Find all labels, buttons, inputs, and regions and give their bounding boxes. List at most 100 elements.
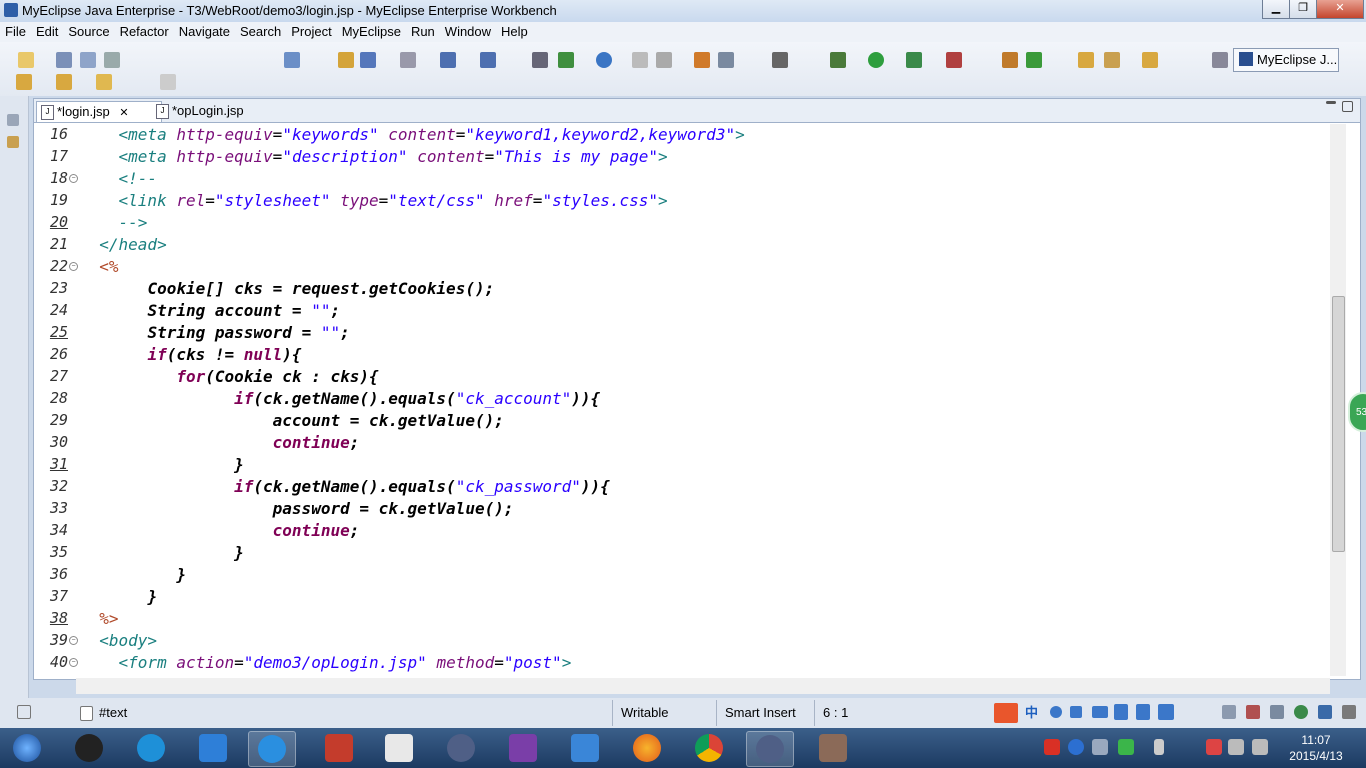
taskbar-visual-studio[interactable] [500,731,546,765]
outline-view-icon[interactable] [1246,705,1260,719]
menu-project[interactable]: Project [286,23,336,40]
new-file-icon[interactable] [18,52,34,68]
servers-view-icon[interactable] [1294,705,1308,719]
code-line[interactable]: if(ck.getName().equals("ck_account")){ [80,389,1320,408]
minimize-editor-icon[interactable] [1326,101,1336,104]
camera-icon[interactable] [772,52,788,68]
ant-icon[interactable] [532,52,548,68]
forward-nav-icon[interactable] [656,52,672,68]
save-icon[interactable] [56,52,72,68]
menu-run[interactable]: Run [406,23,440,40]
battery-icon[interactable] [1154,739,1164,755]
debug-icon[interactable] [830,52,846,68]
code-line[interactable]: <meta http-equiv="keywords" content="key… [80,125,1320,144]
forward-icon[interactable] [160,74,176,90]
refresh-icon[interactable] [1026,52,1042,68]
code-line[interactable]: continue; [80,521,1320,540]
menu-edit[interactable]: Edit [31,23,63,40]
wifi-icon[interactable] [1118,739,1134,755]
code-line[interactable]: password = ck.getValue(); [80,499,1320,518]
task-icon[interactable] [694,52,710,68]
code-line[interactable]: } [80,587,1320,606]
menu-search[interactable]: Search [235,23,286,40]
flag-icon[interactable] [1206,739,1222,755]
package-explorer-icon[interactable] [7,136,19,148]
console-view-icon[interactable] [1318,705,1332,719]
taskbar-chrome[interactable] [686,731,732,765]
horizontal-scrollbar[interactable] [76,678,1330,694]
code-line[interactable]: </head> [80,235,1320,254]
code-line[interactable]: } [80,455,1320,474]
ime-moon-icon[interactable] [1050,706,1062,718]
trim-view-icon[interactable] [1222,705,1236,719]
code-line[interactable]: <% [80,257,1320,276]
menu-window[interactable]: Window [440,23,496,40]
run-server-icon[interactable] [906,52,922,68]
restore-view-icon[interactable] [7,114,19,126]
taskbar-eclipse[interactable] [438,731,484,765]
code-line[interactable]: <link rel="stylesheet" type="text/css" h… [80,191,1320,210]
close-button[interactable]: ✕ [1316,0,1364,19]
taskbar-avatar-app[interactable] [810,731,856,765]
next-annotation-icon[interactable] [16,74,32,90]
problems-view-icon[interactable] [1270,705,1284,719]
fold-toggle-icon[interactable]: − [69,262,78,271]
code-line[interactable]: account = ck.getValue(); [80,411,1320,430]
system-clock[interactable]: 11:07 2015/4/13 [1283,732,1349,764]
prev-annotation-icon[interactable] [56,74,72,90]
taskbar-firefox[interactable] [624,731,670,765]
stop-server-icon[interactable] [946,52,962,68]
fold-toggle-icon[interactable]: − [69,658,78,667]
taskbar-monitor[interactable] [562,731,608,765]
menu-navigate[interactable]: Navigate [174,23,235,40]
menu-myeclipse[interactable]: MyEclipse [337,23,406,40]
menu-help[interactable]: Help [496,23,533,40]
signal-icon[interactable] [1228,739,1244,755]
run-config-icon[interactable] [558,52,574,68]
browser-icon[interactable] [596,52,612,68]
code-line[interactable]: for(Cookie ck : cks){ [80,367,1320,386]
code-line[interactable]: <form action="demo3/opLogin.jsp" method=… [80,653,1320,672]
help-icon[interactable] [1068,739,1084,755]
taskbar-cloud[interactable] [190,731,236,765]
open-folder-icon[interactable] [1078,52,1094,68]
maximize-editor-icon[interactable] [1342,101,1353,112]
code-line[interactable]: <!-- [80,169,1320,188]
ime-skin-icon[interactable] [1114,704,1128,720]
minimize-button[interactable]: ▁ [1262,0,1290,19]
ime-tools-icon[interactable] [1136,704,1150,720]
code-line[interactable]: continue; [80,433,1320,452]
package-icon[interactable] [338,52,354,68]
code-line[interactable]: if(cks != null){ [80,345,1320,364]
fast-view-icon[interactable] [17,705,31,719]
tab-close-icon[interactable]: ✕ [119,107,128,119]
speaker-icon[interactable] [1252,739,1268,755]
print-icon[interactable] [104,52,120,68]
save-all-icon[interactable] [80,52,96,68]
speed-badge[interactable]: 53 [1348,392,1366,432]
code-line[interactable]: } [80,543,1320,562]
taskbar-ie[interactable] [248,731,296,767]
sogou-s-icon[interactable] [1044,739,1060,755]
code-line[interactable]: String account = ""; [80,301,1320,320]
project-explorer-icon[interactable] [1142,52,1158,68]
tools-icon[interactable] [1104,52,1120,68]
perspective-button[interactable]: MyEclipse J... [1233,48,1339,72]
menu-source[interactable]: Source [63,23,114,40]
tab-login-jsp[interactable]: J *login.jsp ✕ [36,101,162,122]
taskbar-qq[interactable] [66,731,112,765]
taskbar-doc-editor[interactable] [316,731,362,765]
code-line[interactable]: --> [80,213,1320,232]
fold-toggle-icon[interactable]: − [69,174,78,183]
deploy-icon[interactable] [360,52,376,68]
ime-chinese-mode[interactable]: 中 [1025,703,1038,723]
taskbar-notes[interactable] [376,731,422,765]
back-icon[interactable] [96,74,112,90]
search-icon[interactable] [718,52,734,68]
code-line[interactable]: } [80,565,1320,584]
code-line[interactable]: String password = ""; [80,323,1320,342]
back-nav-icon[interactable] [632,52,648,68]
network-icon[interactable] [1092,739,1108,755]
start-button[interactable] [4,731,50,765]
tab-oplogin-jsp[interactable]: J *opLogin.jsp [152,101,282,121]
